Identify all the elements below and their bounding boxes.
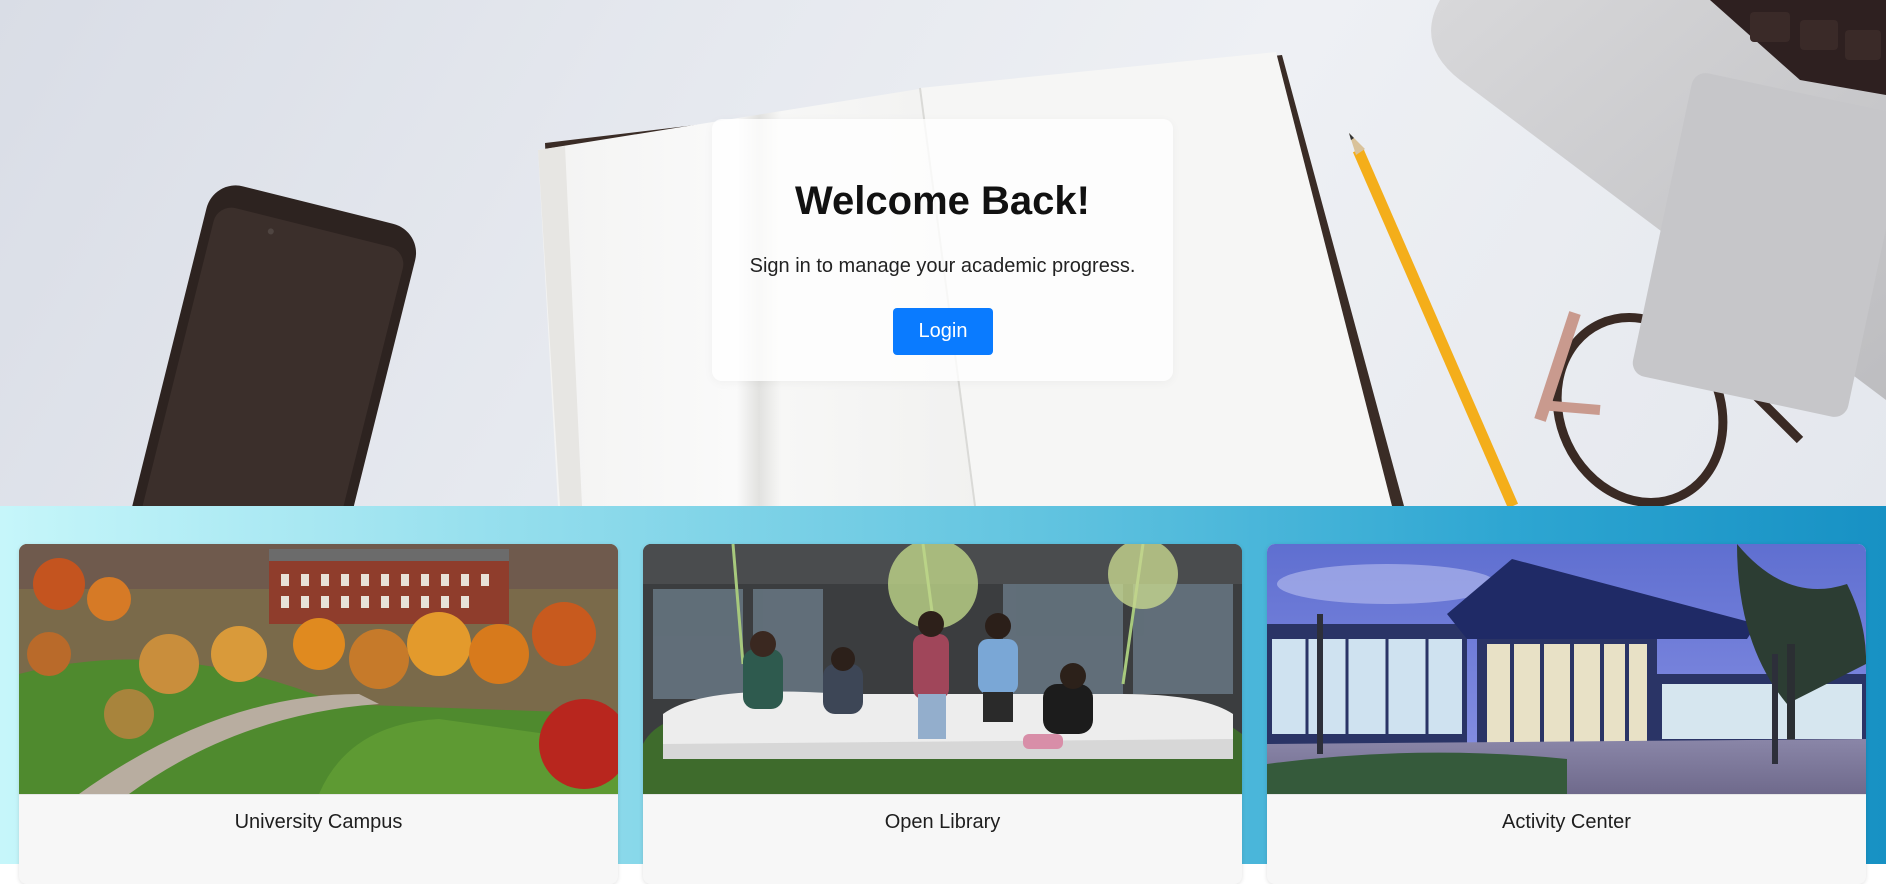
card-label: Activity Center (1267, 794, 1866, 884)
gallery-card-university-campus[interactable]: University Campus (19, 544, 618, 884)
hero-section: Welcome Back! Sign in to manage your aca… (0, 0, 1886, 506)
open-library-image (643, 544, 1242, 794)
card-title: Open Library (884, 811, 1001, 833)
activity-center-image (1267, 544, 1866, 794)
login-subtitle: Sign in to manage your academic progress… (749, 255, 1136, 277)
card-title: Activity Center (1502, 811, 1631, 833)
card-label: Open Library (643, 794, 1242, 884)
gallery-card-open-library[interactable]: Open Library (643, 544, 1242, 884)
phone-image (123, 185, 417, 506)
welcome-heading: Welcome Back! (795, 179, 1090, 223)
campus-gallery: University Campus Open Library Activity … (0, 506, 1886, 884)
laptop-image (1431, 0, 1886, 417)
university-campus-image (19, 544, 618, 794)
card-title: University Campus (234, 811, 403, 833)
login-card: Welcome Back! Sign in to manage your aca… (712, 119, 1173, 381)
gallery-card-activity-center[interactable]: Activity Center (1267, 544, 1866, 884)
card-label: University Campus (19, 794, 618, 884)
login-button[interactable]: Login (893, 308, 993, 355)
